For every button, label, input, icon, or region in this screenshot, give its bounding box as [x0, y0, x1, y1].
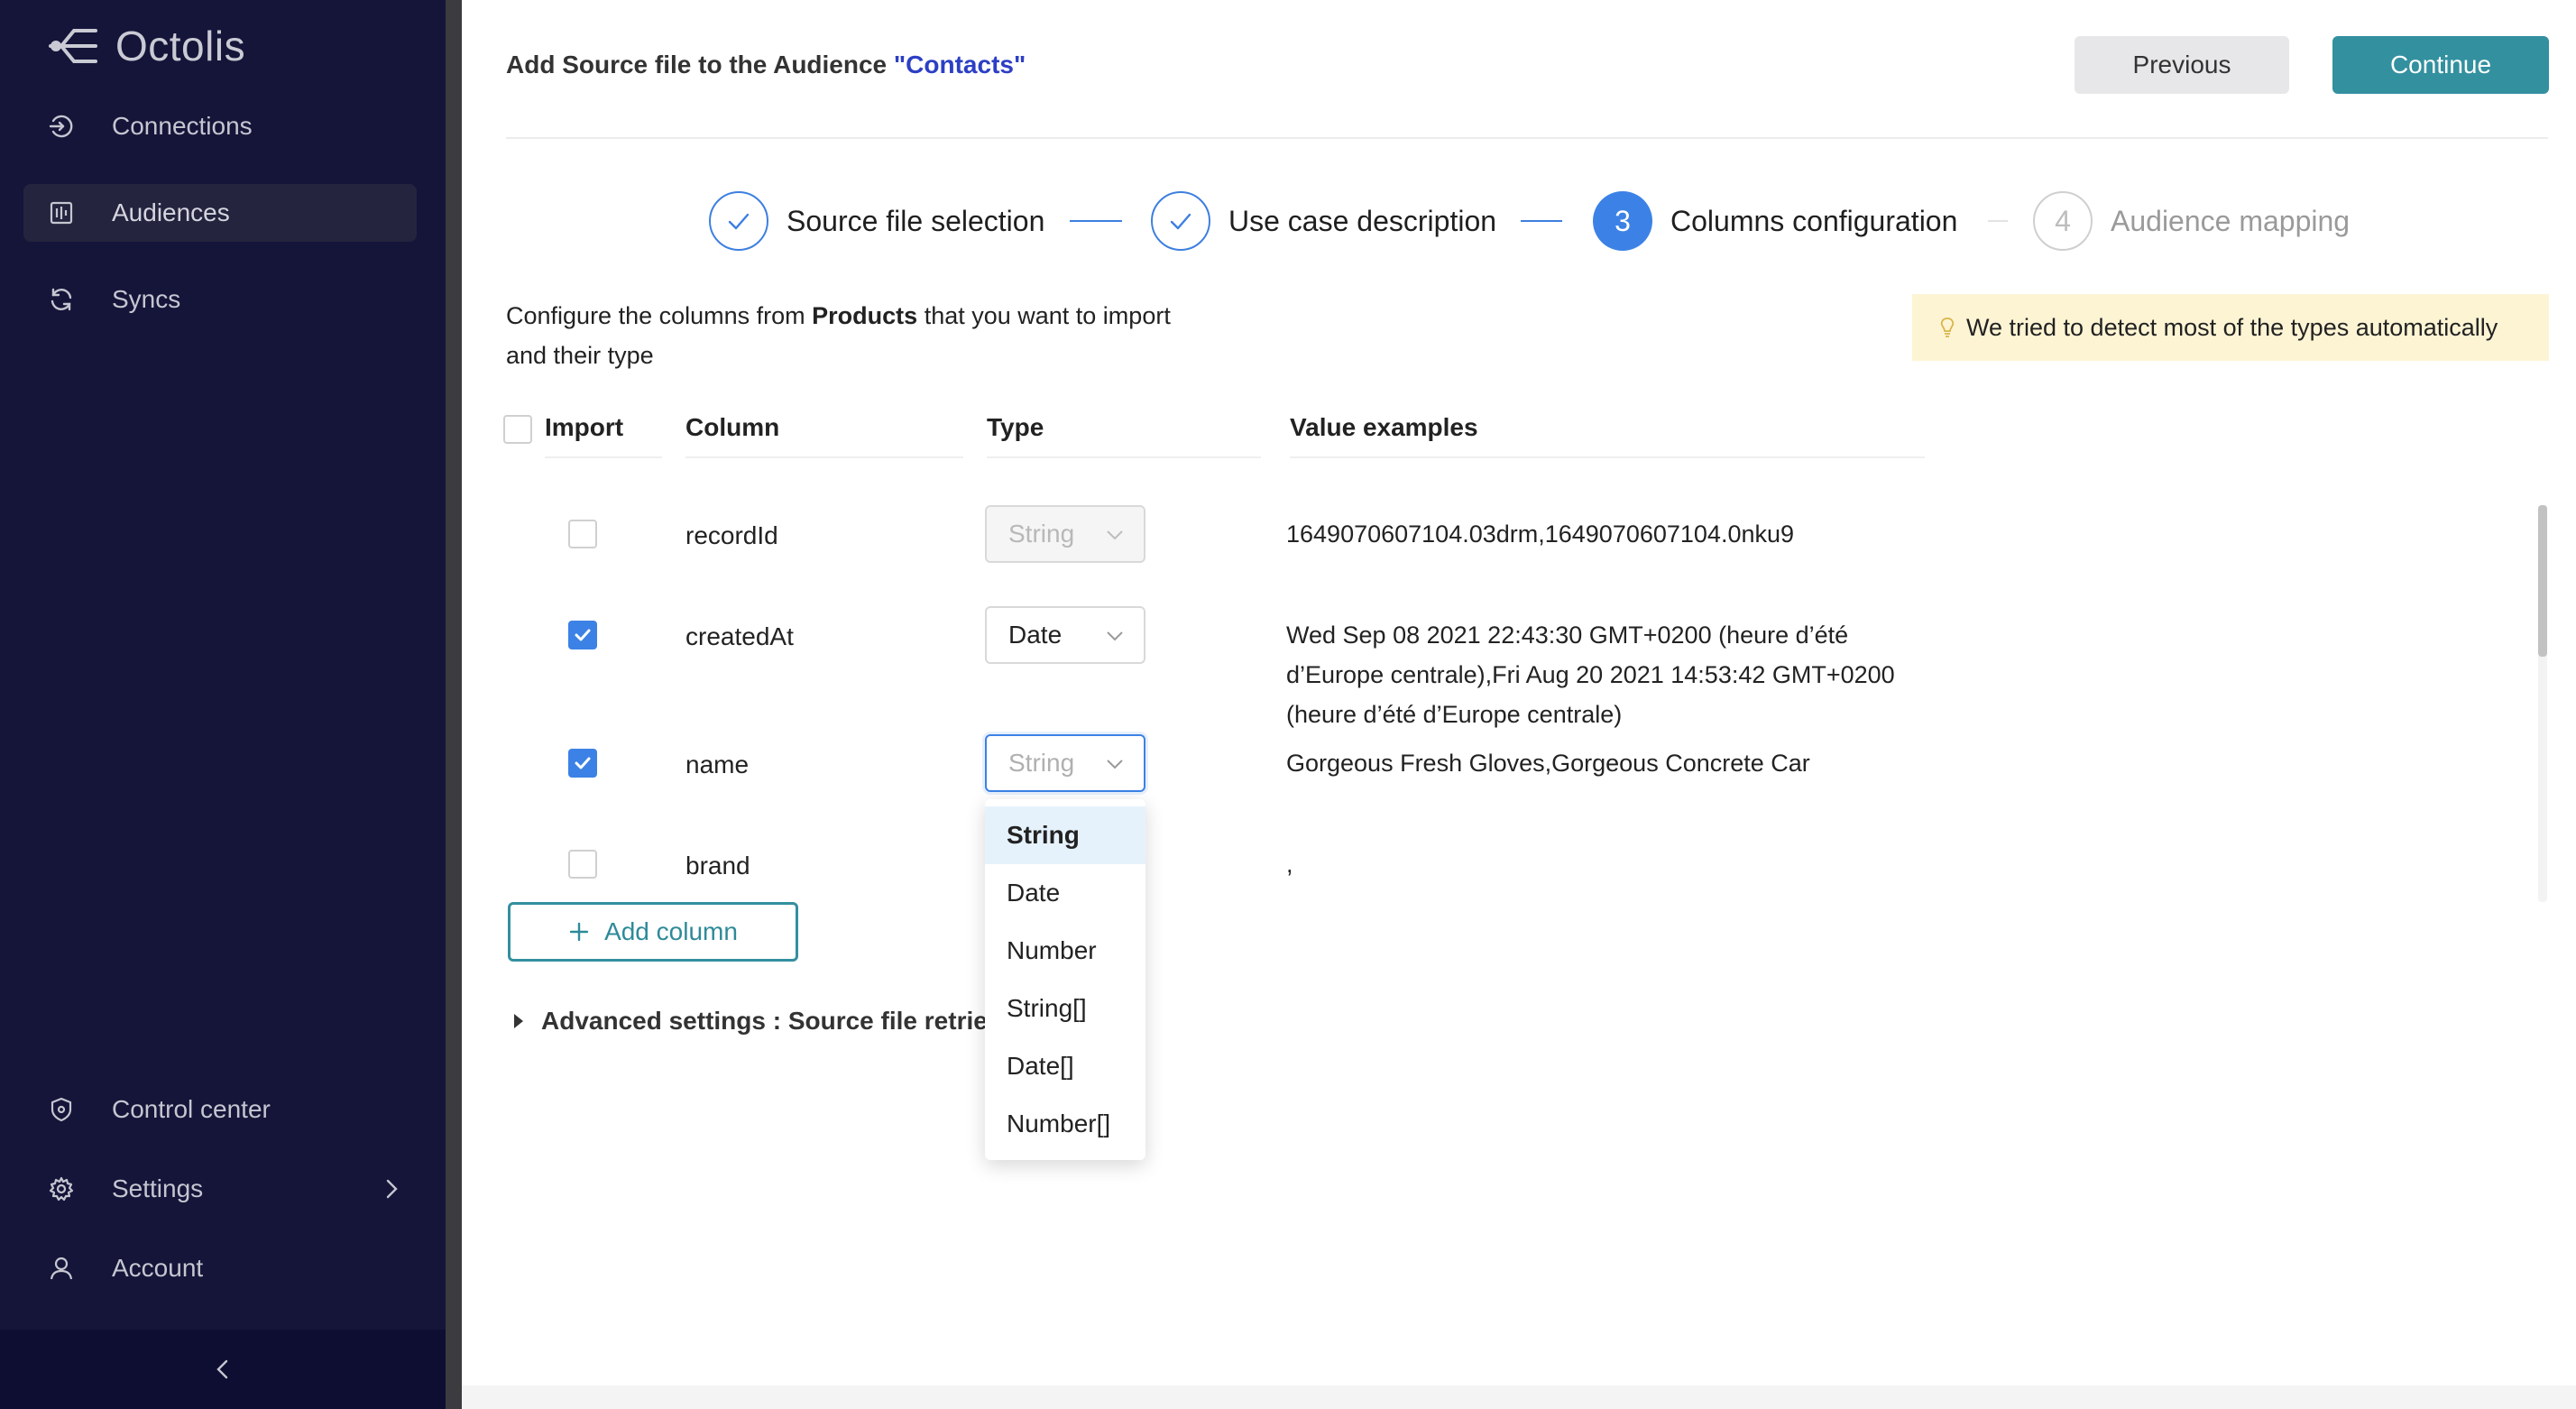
sync-icon — [47, 285, 76, 314]
import-checkbox[interactable] — [568, 621, 597, 649]
table-scrollbar[interactable] — [2538, 505, 2547, 657]
type-option-number[interactable]: Number — [985, 922, 1145, 980]
step-connector — [1070, 220, 1122, 222]
step-label: Audience mapping — [2111, 204, 2351, 237]
header-value-examples: Value examples — [1290, 413, 1925, 458]
sidebar: Octolis Connections Audiences Syncs Cont… — [0, 0, 446, 1409]
value-examples: 1649070607104.03drm,1649070607104.0nku9 — [1286, 520, 1795, 548]
footer-shade — [462, 1386, 2576, 1409]
header-import: Import — [545, 413, 662, 458]
caret-right-icon — [514, 1014, 523, 1028]
chevron-left-icon — [216, 1359, 228, 1379]
step-number: 4 — [2033, 191, 2093, 251]
chevron-down-icon — [1107, 631, 1123, 641]
check-icon — [575, 757, 591, 769]
previous-button[interactable]: Previous — [2075, 36, 2289, 94]
page-title-prefix: Add Source file to the Audience — [506, 51, 894, 78]
type-select[interactable]: String — [985, 505, 1145, 563]
type-dropdown-menu: String Date Number String[] Date[] Numbe… — [985, 799, 1145, 1160]
advanced-settings-label: Advanced settings : Source file retrie — [541, 1007, 988, 1035]
check-icon — [709, 191, 768, 251]
header-type: Type — [987, 413, 1261, 458]
step-label: Use case description — [1228, 204, 1497, 237]
type-select-value: String — [1008, 749, 1075, 777]
check-icon — [1151, 191, 1210, 251]
sidebar-item-control-center[interactable]: Control center — [23, 1081, 417, 1138]
collapse-sidebar-button[interactable] — [0, 1330, 446, 1409]
column-name: name — [685, 751, 750, 778]
sidebar-item-label: Settings — [112, 1174, 204, 1202]
column-name: brand — [685, 852, 750, 879]
shield-icon — [47, 1095, 76, 1124]
continue-button[interactable]: Continue — [2332, 36, 2549, 94]
sidebar-item-label: Audiences — [112, 198, 230, 226]
step-columns-configuration: 3 Columns configuration — [1593, 191, 1957, 251]
type-option-string-array[interactable]: String[] — [985, 980, 1145, 1037]
chevron-down-icon — [1107, 760, 1123, 769]
sidebar-edge — [446, 0, 462, 1409]
advanced-settings-toggle[interactable]: Advanced settings : Source file retrie — [512, 1007, 988, 1036]
gear-icon — [47, 1174, 76, 1203]
import-checkbox[interactable] — [568, 749, 597, 778]
select-all-checkbox[interactable] — [503, 415, 532, 444]
type-select-value: String — [1008, 520, 1075, 548]
value-examples: Wed Sep 08 2021 22:43:30 GMT+0200 (heure… — [1286, 622, 1895, 728]
audience-name: "Contacts" — [893, 51, 1026, 78]
auto-detect-hint: We tried to detect most of the types aut… — [1912, 294, 2549, 361]
sidebar-item-label: Syncs — [112, 285, 181, 313]
hint-text: We tried to detect most of the types aut… — [1966, 313, 2498, 341]
sidebar-item-connections[interactable]: Connections — [23, 97, 417, 155]
sidebar-item-syncs[interactable]: Syncs — [23, 271, 417, 328]
login-arrow-icon — [47, 112, 76, 141]
intro-before: Configure the columns from — [506, 302, 813, 329]
step-label: Source file selection — [787, 204, 1045, 237]
octolis-logo-icon — [49, 29, 97, 63]
page-title: Add Source file to the Audience "Contact… — [506, 51, 1026, 79]
sidebar-item-audiences[interactable]: Audiences — [23, 184, 417, 242]
column-name: createdAt — [685, 622, 794, 650]
step-audience-mapping: 4 Audience mapping — [2033, 191, 2350, 251]
lightbulb-icon — [1940, 318, 1955, 337]
header-divider — [506, 137, 2548, 139]
brand-name: Octolis — [115, 23, 246, 69]
header-column: Column — [685, 413, 963, 458]
sidebar-item-label: Control center — [112, 1095, 271, 1123]
step-connector — [1521, 220, 1562, 222]
step-source-file-selection: Source file selection — [709, 191, 1044, 251]
column-name: recordId — [685, 521, 778, 549]
type-option-number-array[interactable]: Number[] — [985, 1095, 1145, 1153]
type-select[interactable]: String — [985, 734, 1145, 792]
user-icon — [47, 1254, 76, 1283]
value-examples: , — [1286, 851, 1293, 878]
chevron-right-icon — [386, 1179, 398, 1199]
intro-source: Products — [812, 302, 918, 329]
add-column-label: Add column — [604, 917, 738, 945]
import-checkbox[interactable] — [568, 520, 597, 548]
sidebar-item-label: Account — [112, 1254, 204, 1282]
type-select[interactable]: Date — [985, 606, 1145, 664]
brand-logo[interactable]: Octolis — [47, 20, 245, 72]
audiences-icon — [47, 198, 76, 227]
type-option-date-array[interactable]: Date[] — [985, 1037, 1145, 1095]
intro-text: Configure the columns from Products that… — [506, 296, 1173, 375]
type-option-string[interactable]: String — [985, 806, 1145, 864]
value-examples: Gorgeous Fresh Gloves,Gorgeous Concrete … — [1286, 750, 1810, 777]
type-select-value: Date — [1008, 621, 1063, 649]
plus-icon — [569, 922, 589, 942]
import-checkbox[interactable] — [568, 850, 597, 879]
type-option-date[interactable]: Date — [985, 864, 1145, 922]
step-label: Columns configuration — [1670, 204, 1958, 237]
chevron-down-icon — [1107, 530, 1123, 540]
sidebar-item-settings[interactable]: Settings — [23, 1160, 417, 1218]
sidebar-item-account[interactable]: Account — [23, 1239, 417, 1297]
check-icon — [575, 629, 591, 641]
step-number: 3 — [1593, 191, 1652, 251]
add-column-button[interactable]: Add column — [508, 902, 798, 962]
step-use-case-description: Use case description — [1151, 191, 1496, 251]
sidebar-item-label: Connections — [112, 112, 253, 140]
step-connector — [1988, 220, 2008, 222]
